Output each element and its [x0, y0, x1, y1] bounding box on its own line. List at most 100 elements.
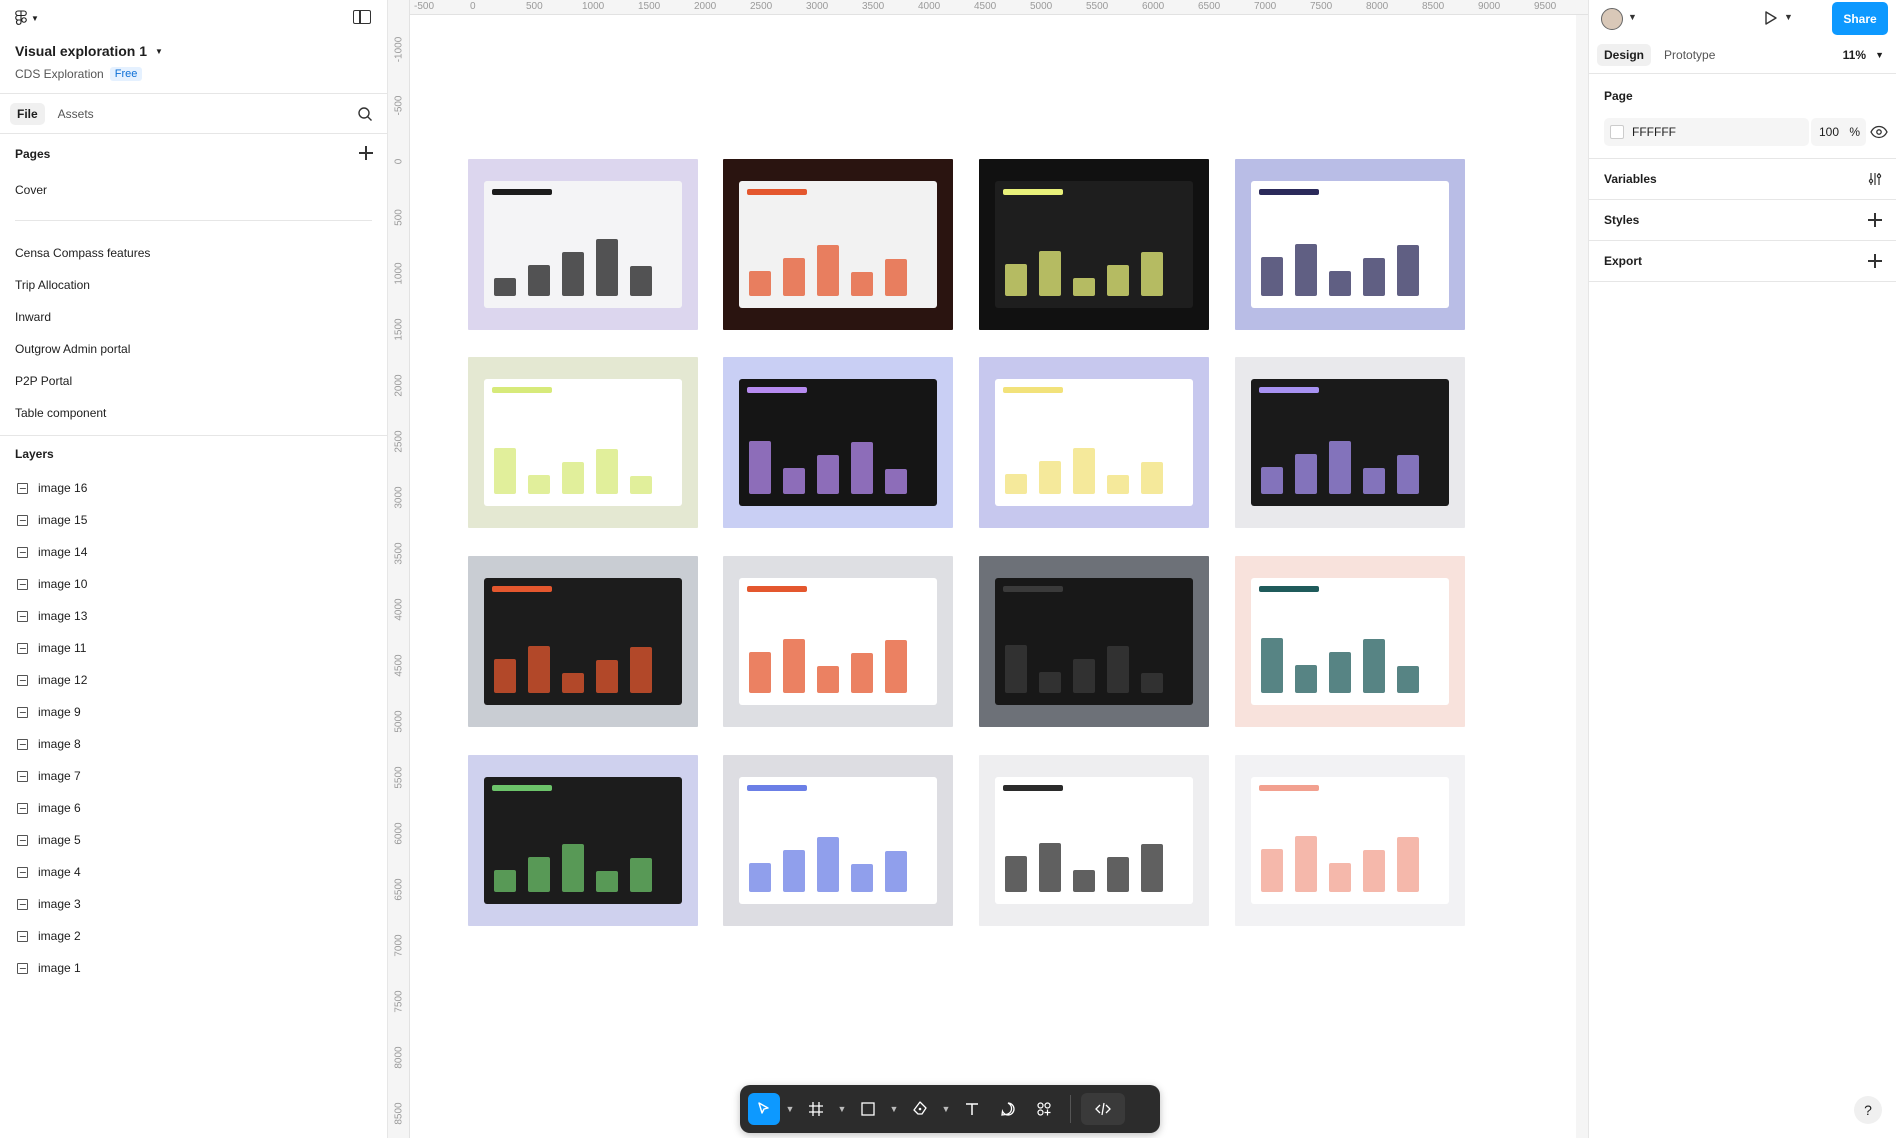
image-thumbnail[interactable]	[723, 556, 953, 727]
image-thumbnail[interactable]	[468, 755, 698, 926]
pen-tool-button[interactable]	[904, 1093, 936, 1125]
layer-item[interactable]: image 9	[0, 696, 387, 728]
ruler-label: 4000	[393, 598, 405, 621]
preview-block	[1039, 251, 1061, 296]
shape-tool-button[interactable]	[852, 1093, 884, 1125]
color-swatch[interactable]	[1610, 125, 1624, 139]
file-title[interactable]: Visual exploration 1 ▼	[15, 43, 163, 59]
chevron-down-icon[interactable]: ▼	[1628, 12, 1637, 22]
layer-item[interactable]: image 8	[0, 728, 387, 760]
share-button[interactable]: Share	[1832, 2, 1888, 35]
image-icon	[17, 610, 28, 622]
layer-item[interactable]: image 1	[0, 952, 387, 984]
text-tool-button[interactable]	[956, 1093, 988, 1125]
rectangle-icon	[861, 1102, 875, 1116]
adjust-icon[interactable]	[1868, 172, 1882, 186]
chevron-down-icon: ▼	[31, 13, 39, 23]
canvas[interactable]: -500 0 500 1000 1500 2000 2500 3000 3500 4000 4500…	[388, 0, 1588, 1138]
preview-header	[492, 189, 552, 195]
project-name[interactable]: CDS Exploration	[15, 67, 104, 81]
image-thumbnail[interactable]	[979, 556, 1209, 727]
page-color-value[interactable]: FFFFFF	[1632, 125, 1676, 139]
add-export-icon[interactable]	[1868, 254, 1882, 268]
help-button[interactable]: ?	[1854, 1096, 1882, 1124]
tab-assets[interactable]: Assets	[51, 103, 101, 125]
layer-item[interactable]: image 2	[0, 920, 387, 952]
image-thumbnail[interactable]	[979, 159, 1209, 330]
image-thumbnail[interactable]	[1235, 159, 1465, 330]
preview-block	[1329, 271, 1351, 296]
ruler-label: 6500	[1198, 1, 1221, 12]
add-style-icon[interactable]	[1868, 213, 1882, 227]
preview-block	[1073, 659, 1095, 693]
page-color-field[interactable]: FFFFFF	[1604, 118, 1809, 146]
move-tool-button[interactable]	[748, 1093, 780, 1125]
layer-item[interactable]: image 6	[0, 792, 387, 824]
play-icon[interactable]	[1761, 9, 1779, 27]
page-item-p2p-portal[interactable]: P2P Portal	[0, 365, 387, 397]
cursor-icon	[758, 1102, 769, 1114]
layer-item[interactable]: image 12	[0, 664, 387, 696]
comment-tool-button[interactable]	[992, 1093, 1024, 1125]
image-thumbnail[interactable]	[468, 357, 698, 528]
layer-item[interactable]: image 3	[0, 888, 387, 920]
preview-block	[1295, 454, 1317, 494]
chevron-down-icon[interactable]: ▼	[784, 1104, 796, 1114]
frame-tool-button[interactable]	[800, 1093, 832, 1125]
variables-section: Variables	[1589, 159, 1896, 200]
chevron-down-icon[interactable]: ▼	[836, 1104, 848, 1114]
layer-item[interactable]: image 7	[0, 760, 387, 792]
tab-design[interactable]: Design	[1597, 43, 1652, 66]
main-menu-button[interactable]: ▼	[15, 10, 39, 26]
image-thumbnail[interactable]	[723, 755, 953, 926]
page-item-inward[interactable]: Inward	[0, 301, 387, 333]
page-item-trip-allocation[interactable]: Trip Allocation	[0, 269, 387, 301]
image-icon	[17, 866, 28, 878]
actions-tool-button[interactable]	[1028, 1093, 1060, 1125]
image-thumbnail[interactable]	[468, 556, 698, 727]
tab-prototype[interactable]: Prototype	[1657, 44, 1722, 66]
page-item-censa-compass[interactable]: Censa Compass features	[0, 237, 387, 269]
page-item-cover[interactable]: Cover	[0, 174, 387, 206]
image-thumbnail[interactable]	[723, 159, 953, 330]
page-item-outgrow[interactable]: Outgrow Admin portal	[0, 333, 387, 365]
layer-label: image 15	[38, 513, 88, 527]
dev-mode-toggle[interactable]	[1081, 1093, 1125, 1125]
layer-item[interactable]: image 15	[0, 504, 387, 536]
image-thumbnail[interactable]	[723, 357, 953, 528]
preview-block	[494, 278, 516, 296]
layer-item[interactable]: image 10	[0, 568, 387, 600]
chevron-down-icon[interactable]: ▼	[1784, 12, 1793, 22]
ruler-label: 2500	[750, 1, 773, 12]
ruler-label: 9500	[1534, 1, 1557, 12]
toggle-ui-icon[interactable]	[353, 10, 371, 24]
layer-item[interactable]: image 14	[0, 536, 387, 568]
add-page-icon[interactable]	[359, 146, 373, 160]
layer-item[interactable]: image 11	[0, 632, 387, 664]
zoom-level[interactable]: 11%	[1843, 48, 1866, 62]
chevron-down-icon[interactable]: ▼	[888, 1104, 900, 1114]
layer-item[interactable]: image 16	[0, 472, 387, 504]
image-thumbnail[interactable]	[979, 357, 1209, 528]
preview-block	[1295, 665, 1317, 693]
page-opacity-field[interactable]: 100 %	[1811, 118, 1866, 146]
page-item-table-component[interactable]: Table component	[0, 397, 387, 429]
search-icon[interactable]	[357, 106, 373, 122]
avatar[interactable]	[1601, 8, 1623, 30]
preview-block	[528, 265, 550, 296]
ruler-label: 5000	[1030, 1, 1053, 12]
image-thumbnail[interactable]	[1235, 556, 1465, 727]
page-opacity-value[interactable]: 100	[1819, 125, 1839, 139]
image-thumbnail[interactable]	[1235, 357, 1465, 528]
layer-item[interactable]: image 4	[0, 856, 387, 888]
tab-file[interactable]: File	[10, 102, 45, 125]
image-thumbnail[interactable]	[979, 755, 1209, 926]
chevron-down-icon[interactable]: ▼	[1875, 50, 1884, 60]
layer-item[interactable]: image 5	[0, 824, 387, 856]
eye-icon[interactable]	[1870, 124, 1888, 140]
image-thumbnail[interactable]	[1235, 755, 1465, 926]
chevron-down-icon[interactable]: ▼	[940, 1104, 952, 1114]
ruler-label: 6500	[393, 878, 405, 901]
layer-item[interactable]: image 13	[0, 600, 387, 632]
image-thumbnail[interactable]	[468, 159, 698, 330]
